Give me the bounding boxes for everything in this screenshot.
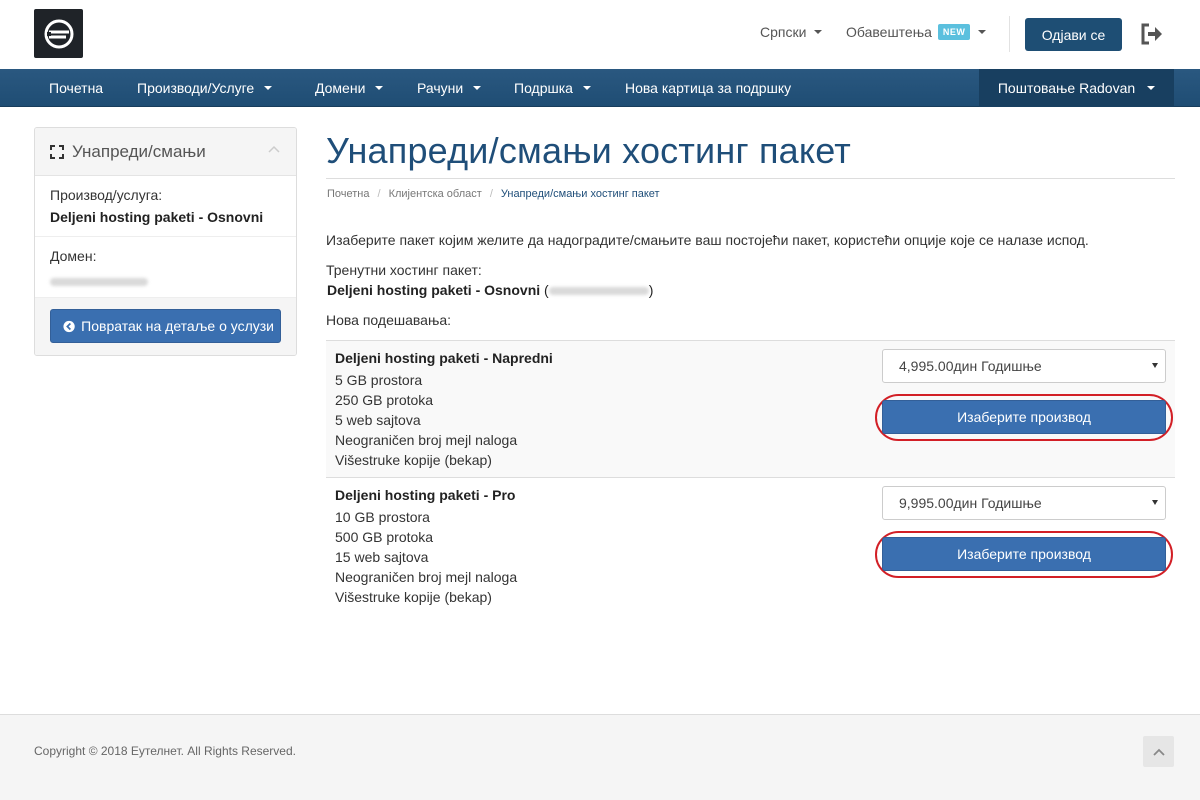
nav-item-label: Домени: [315, 80, 366, 96]
package-feature: 15 web sajtova: [335, 549, 429, 565]
nav-item-domains[interactable]: Домени: [315, 69, 384, 107]
logo-icon: [44, 19, 73, 48]
product-value: Deljeni hosting paketi - Osnovni: [50, 209, 264, 225]
breadcrumb-home[interactable]: Почетна: [327, 188, 370, 200]
sidebar-title: Унапреди/смањи: [72, 141, 206, 161]
expand-icon: [50, 144, 64, 159]
top-header: Српски Обавештења NEW Одјави се: [0, 0, 1200, 69]
nav-item-label: Производи/Услуге: [137, 80, 255, 96]
package-feature: 5 web sajtova: [335, 412, 421, 428]
arrow-circle-left-icon: [63, 320, 75, 332]
language-dropdown[interactable]: Српски: [760, 24, 823, 40]
choose-product-button[interactable]: Изаберите производ: [882, 537, 1166, 571]
highlight-circle: Изаберите производ: [875, 531, 1173, 578]
package-feature: Višestruke kopije (bekap): [335, 589, 492, 605]
page-title: Унапреди/смањи хостинг пакет: [326, 130, 851, 171]
product-label: Производ/услуга:: [50, 187, 163, 203]
dropdown-arrow-icon: [1152, 363, 1158, 368]
billing-cycle-value: 9,995.00дин Годишње: [899, 495, 1042, 511]
sign-out-icon[interactable]: [1140, 23, 1164, 45]
package-feature: Neograničen broj mejl naloga: [335, 569, 518, 585]
chevron-down-icon: [473, 86, 482, 90]
package-feature: 10 GB prostora: [335, 509, 430, 525]
breadcrumb: Почетна / Клијентска област / Унапреди/с…: [327, 188, 660, 200]
domain-label: Домен:: [50, 248, 97, 264]
package-row: Deljeni hosting paketi - Napredni 5 GB p…: [326, 340, 1175, 477]
title-divider: [326, 178, 1175, 179]
domain-value-redacted: [50, 273, 281, 291]
back-to-service-button[interactable]: Повратак на детаље о услузи: [50, 309, 281, 343]
chevron-down-icon: [264, 86, 273, 90]
logo[interactable]: [34, 9, 83, 58]
chevron-down-icon: [978, 30, 987, 34]
nav-item-label: Нова картица за подршку: [625, 80, 792, 96]
notifications-label: Обавештења: [846, 24, 932, 40]
package-features: 5 GB prostora 250 GB protoka 5 web sajto…: [335, 370, 517, 470]
breadcrumb-client-area[interactable]: Клијентска област: [389, 188, 482, 200]
divider: [1009, 16, 1010, 52]
scroll-to-top-button[interactable]: [1143, 736, 1174, 767]
chevron-down-icon: [814, 30, 823, 34]
highlight-circle: Изаберите производ: [875, 394, 1173, 441]
current-package-label: Тренутни хостинг пакет:: [326, 262, 482, 278]
chevron-up-icon[interactable]: [268, 145, 280, 153]
package-feature: Višestruke kopije (bekap): [335, 452, 492, 468]
nav-item-support[interactable]: Подршка: [514, 69, 591, 107]
sidebar-panel: Унапреди/смањи Производ/услуга: Deljeni …: [34, 127, 297, 356]
sidebar-footer: Повратак на детаље о услузи: [35, 298, 296, 355]
nav-item-products[interactable]: Производи/Услуге: [137, 69, 273, 107]
billing-cycle-value: 4,995.00дин Годишње: [899, 358, 1042, 374]
sidebar-product-row: Производ/услуга: Deljeni hosting paketi …: [35, 176, 296, 237]
nav-item-label: Подршка: [514, 80, 573, 96]
back-button-label: Повратак на детаље о услузи: [81, 318, 274, 334]
sidebar-domain-row: Домен:: [35, 237, 296, 298]
new-settings-label: Нова подешавања:: [326, 312, 452, 328]
package-feature: 250 GB protoka: [335, 392, 434, 408]
chevron-up-icon: [1152, 748, 1165, 756]
account-menu[interactable]: Поштовање Radovan: [979, 69, 1174, 107]
breadcrumb-separator: /: [489, 188, 493, 200]
nav-item-new-ticket[interactable]: Нова картица за подршку: [625, 69, 791, 107]
copyright-text: Copyright © 2018 Еутелнет. All Rights Re…: [34, 744, 296, 758]
nav-item-billing[interactable]: Рачуни: [417, 69, 482, 107]
current-package-domain-redacted: (): [544, 282, 654, 298]
nav-item-label: Рачуни: [417, 80, 464, 96]
package-row: Deljeni hosting paketi - Pro 10 GB prost…: [326, 477, 1175, 614]
chevron-down-icon: [582, 86, 591, 90]
package-feature: 5 GB prostora: [335, 372, 423, 388]
package-name: Deljeni hosting paketi - Pro: [335, 487, 516, 503]
chevron-down-icon: [1147, 86, 1156, 90]
chevron-down-icon: [375, 86, 384, 90]
notifications-dropdown[interactable]: Обавештења NEW: [846, 24, 987, 40]
package-name: Deljeni hosting paketi - Napredni: [335, 350, 553, 366]
language-label: Српски: [760, 24, 807, 40]
breadcrumb-current: Унапреди/смањи хостинг пакет: [500, 188, 660, 200]
nav-item-home[interactable]: Почетна: [49, 69, 103, 107]
logout-button[interactable]: Одјави се: [1025, 18, 1122, 51]
nav-item-label: Почетна: [49, 80, 104, 96]
footer: Copyright © 2018 Еутелнет. All Rights Re…: [0, 714, 1200, 800]
current-package-value: Deljeni hosting paketi - Osnovni (): [327, 282, 653, 298]
billing-cycle-select[interactable]: 9,995.00дин Годишње: [882, 486, 1166, 520]
choose-product-button[interactable]: Изаберите производ: [882, 400, 1166, 434]
package-features: 10 GB prostora 500 GB protoka 15 web saj…: [335, 507, 517, 607]
breadcrumb-separator: /: [377, 188, 381, 200]
dropdown-arrow-icon: [1152, 500, 1158, 505]
current-package-name: Deljeni hosting paketi - Osnovni: [327, 282, 541, 298]
new-badge: NEW: [937, 24, 971, 40]
billing-cycle-select[interactable]: 4,995.00дин Годишње: [882, 349, 1166, 383]
package-feature: Neograničen broj mejl naloga: [335, 432, 518, 448]
intro-text: Изаберите пакет којим желите да надоград…: [326, 232, 1089, 248]
package-feature: 500 GB protoka: [335, 529, 434, 545]
account-label: Поштовање Radovan: [997, 80, 1136, 96]
sidebar-header: Унапреди/смањи: [35, 128, 296, 176]
main-nav: Почетна Производи/Услуге Домени Рачуни П…: [0, 69, 1200, 107]
